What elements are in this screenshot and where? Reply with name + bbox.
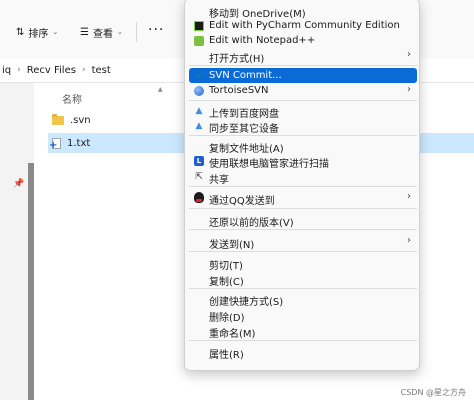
folder-icon bbox=[52, 113, 64, 125]
menu-divider bbox=[189, 208, 417, 209]
breadcrumb-item[interactable]: iq bbox=[2, 65, 11, 76]
menu-divider bbox=[189, 288, 417, 289]
chevron-down-icon: ⌄ bbox=[52, 28, 59, 36]
menu-item-label: 剪切(T) bbox=[209, 261, 243, 272]
menu-divider bbox=[189, 340, 417, 341]
chevron-right-icon: › bbox=[407, 191, 411, 202]
menu-item-restore-previous[interactable]: 还原以前的版本(V) bbox=[189, 212, 417, 229]
pycharm-icon bbox=[193, 20, 205, 32]
share-icon: ⇱ bbox=[195, 171, 203, 182]
file-name: .svn bbox=[70, 114, 91, 126]
menu-divider bbox=[189, 65, 417, 66]
menu-item-properties[interactable]: 属性(R) bbox=[189, 344, 417, 361]
menu-divider bbox=[189, 100, 417, 101]
chevron-right-icon: › bbox=[407, 235, 411, 246]
file-name: 1.txt bbox=[67, 137, 91, 149]
menu-item-label: SVN Commit... bbox=[209, 70, 282, 81]
menu-item-label: 同步至其它设备 bbox=[209, 124, 279, 135]
menu-item-rename[interactable]: 重命名(M) bbox=[189, 323, 417, 340]
pin-icon[interactable]: 📌 bbox=[13, 179, 24, 189]
menu-item-open-with[interactable]: 打开方式(H) › bbox=[189, 48, 417, 65]
menu-item-edit-notepadpp[interactable]: Edit with Notepad++ bbox=[189, 33, 417, 48]
menu-item-share[interactable]: ⇱ 共享 bbox=[189, 169, 417, 187]
breadcrumb-item[interactable]: test bbox=[92, 65, 111, 76]
menu-item-copy[interactable]: 复制(C) bbox=[189, 271, 417, 288]
menu-item-label: 属性(R) bbox=[209, 350, 244, 361]
menu-item-delete[interactable]: 删除(D) bbox=[189, 307, 417, 324]
menu-item-label: 通过QQ发送到 bbox=[209, 196, 275, 207]
menu-item-label: 共享 bbox=[209, 175, 229, 186]
menu-item-move-to-onedrive[interactable]: 移动到 OneDrive(M) bbox=[189, 3, 417, 20]
menu-item-copy-path[interactable]: 复制文件地址(A) bbox=[189, 138, 417, 155]
menu-item-sync-devices[interactable]: ▲ 同步至其它设备 bbox=[189, 118, 417, 136]
menu-item-label: 还原以前的版本(V) bbox=[209, 218, 294, 229]
chevron-down-icon: ⌄ bbox=[116, 28, 123, 36]
menu-item-cut[interactable]: 剪切(T) bbox=[189, 255, 417, 272]
svn-added-file-icon: + bbox=[49, 137, 61, 150]
column-header-name[interactable]: 名称 bbox=[62, 91, 82, 106]
chevron-right-icon: › bbox=[407, 49, 411, 60]
sort-label: 排序 bbox=[28, 28, 49, 40]
menu-item-send-to[interactable]: 发送到(N) › bbox=[189, 234, 417, 251]
view-icon: ☰ bbox=[80, 26, 89, 38]
sort-caret-icon: ▲ bbox=[158, 86, 163, 93]
baidu-sync-icon: ▲ bbox=[195, 120, 203, 131]
chevron-right-icon: › bbox=[81, 65, 86, 75]
menu-item-label: 发送到(N) bbox=[209, 240, 255, 251]
lenovo-shield-icon: L bbox=[193, 155, 205, 167]
more-icon: ··· bbox=[148, 22, 165, 38]
watermark: CSDN @星之方舟 bbox=[400, 388, 466, 397]
menu-item-edit-pycharm[interactable]: Edit with PyCharm Community Edition bbox=[189, 18, 417, 33]
menu-item-lenovo-scan[interactable]: L 使用联想电脑管家进行扫描 bbox=[189, 153, 417, 170]
breadcrumb-item[interactable]: Recv Files bbox=[27, 65, 76, 76]
menu-divider bbox=[189, 186, 417, 187]
chevron-right-icon: › bbox=[17, 65, 21, 75]
menu-item-label: 打开方式(H) bbox=[209, 54, 265, 65]
view-button[interactable]: ☰ 查看 ⌄ bbox=[80, 24, 123, 40]
sort-icon: ⇅ bbox=[16, 26, 25, 38]
navigation-pane: 📌 bbox=[0, 83, 28, 400]
menu-item-label: Edit with PyCharm Community Edition bbox=[209, 20, 400, 31]
svn-commit-icon: ✓ bbox=[195, 70, 203, 81]
chevron-right-icon: › bbox=[407, 84, 411, 95]
menu-item-label: 重命名(M) bbox=[209, 329, 256, 340]
menu-item-label: 删除(D) bbox=[209, 313, 245, 324]
menu-item-label: 使用联想电脑管家进行扫描 bbox=[209, 159, 329, 170]
menu-divider bbox=[189, 251, 417, 252]
menu-item-label: TortoiseSVN bbox=[209, 85, 269, 96]
sort-button[interactable]: ⇅ 排序 ⌄ bbox=[16, 24, 58, 40]
tortoisesvn-icon bbox=[193, 85, 205, 97]
toolbar-divider bbox=[136, 22, 137, 42]
baidu-netdisk-icon: ▲ bbox=[195, 105, 203, 116]
breadcrumb: iq › Recv Files › test bbox=[0, 65, 111, 76]
menu-item-svn-commit[interactable]: ✓ SVN Commit... bbox=[189, 68, 417, 83]
qq-icon bbox=[193, 192, 205, 204]
menu-item-send-via-qq[interactable]: 通过QQ发送到 › bbox=[189, 190, 417, 207]
menu-item-label: Edit with Notepad++ bbox=[209, 35, 316, 46]
menu-item-tortoisesvn[interactable]: TortoiseSVN › bbox=[189, 83, 417, 98]
context-menu: 移动到 OneDrive(M) Edit with PyCharm Commun… bbox=[184, 0, 420, 371]
notepadpp-icon bbox=[193, 35, 205, 47]
menu-item-upload-baidu[interactable]: ▲ 上传到百度网盘 bbox=[189, 103, 417, 121]
menu-item-label: 复制(C) bbox=[209, 277, 244, 288]
menu-divider bbox=[189, 229, 417, 230]
view-label: 查看 bbox=[92, 28, 113, 40]
menu-item-label: 创建快捷方式(S) bbox=[209, 297, 284, 308]
menu-divider bbox=[189, 135, 417, 136]
more-options-button[interactable]: ··· bbox=[148, 22, 164, 38]
menu-item-create-shortcut[interactable]: 创建快捷方式(S) bbox=[189, 291, 417, 308]
